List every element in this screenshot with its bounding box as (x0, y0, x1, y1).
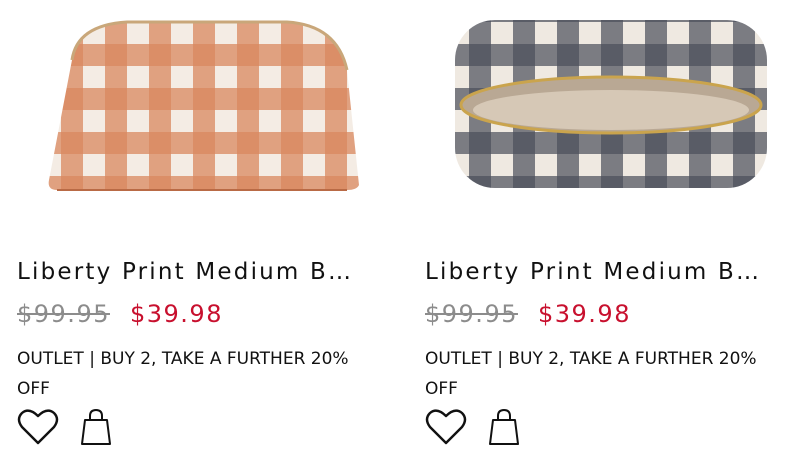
sale-price: $39.98 (129, 300, 223, 328)
shopping-bag-icon[interactable] (487, 407, 521, 447)
heart-icon[interactable] (17, 407, 59, 447)
product-card[interactable]: Liberty Print Medium B… $99.95 $39.98 OUT… (17, 0, 387, 460)
promo-text: OUTLET | BUY 2, TAKE A FURTHER 20% OFF (17, 349, 349, 399)
product-title[interactable]: Liberty Print Medium B… (17, 256, 379, 288)
heart-icon[interactable] (425, 407, 467, 447)
original-price: $99.95 (425, 300, 518, 328)
price-group: $99.95 $39.98 (17, 300, 223, 336)
promo-text: OUTLET | BUY 2, TAKE A FURTHER 20% OFF (425, 349, 757, 399)
product-title[interactable]: Liberty Print Medium B… (425, 256, 787, 288)
shopping-bag-icon[interactable] (79, 407, 113, 447)
sale-price: $39.98 (537, 300, 631, 328)
product-card[interactable]: Liberty Print Medium B… $99.95 $39.98 OUT… (425, 0, 795, 460)
product-image[interactable] (17, 0, 387, 232)
product-image[interactable] (425, 0, 795, 232)
price-group: $99.95 $39.98 (425, 300, 631, 336)
original-price: $99.95 (17, 300, 110, 328)
